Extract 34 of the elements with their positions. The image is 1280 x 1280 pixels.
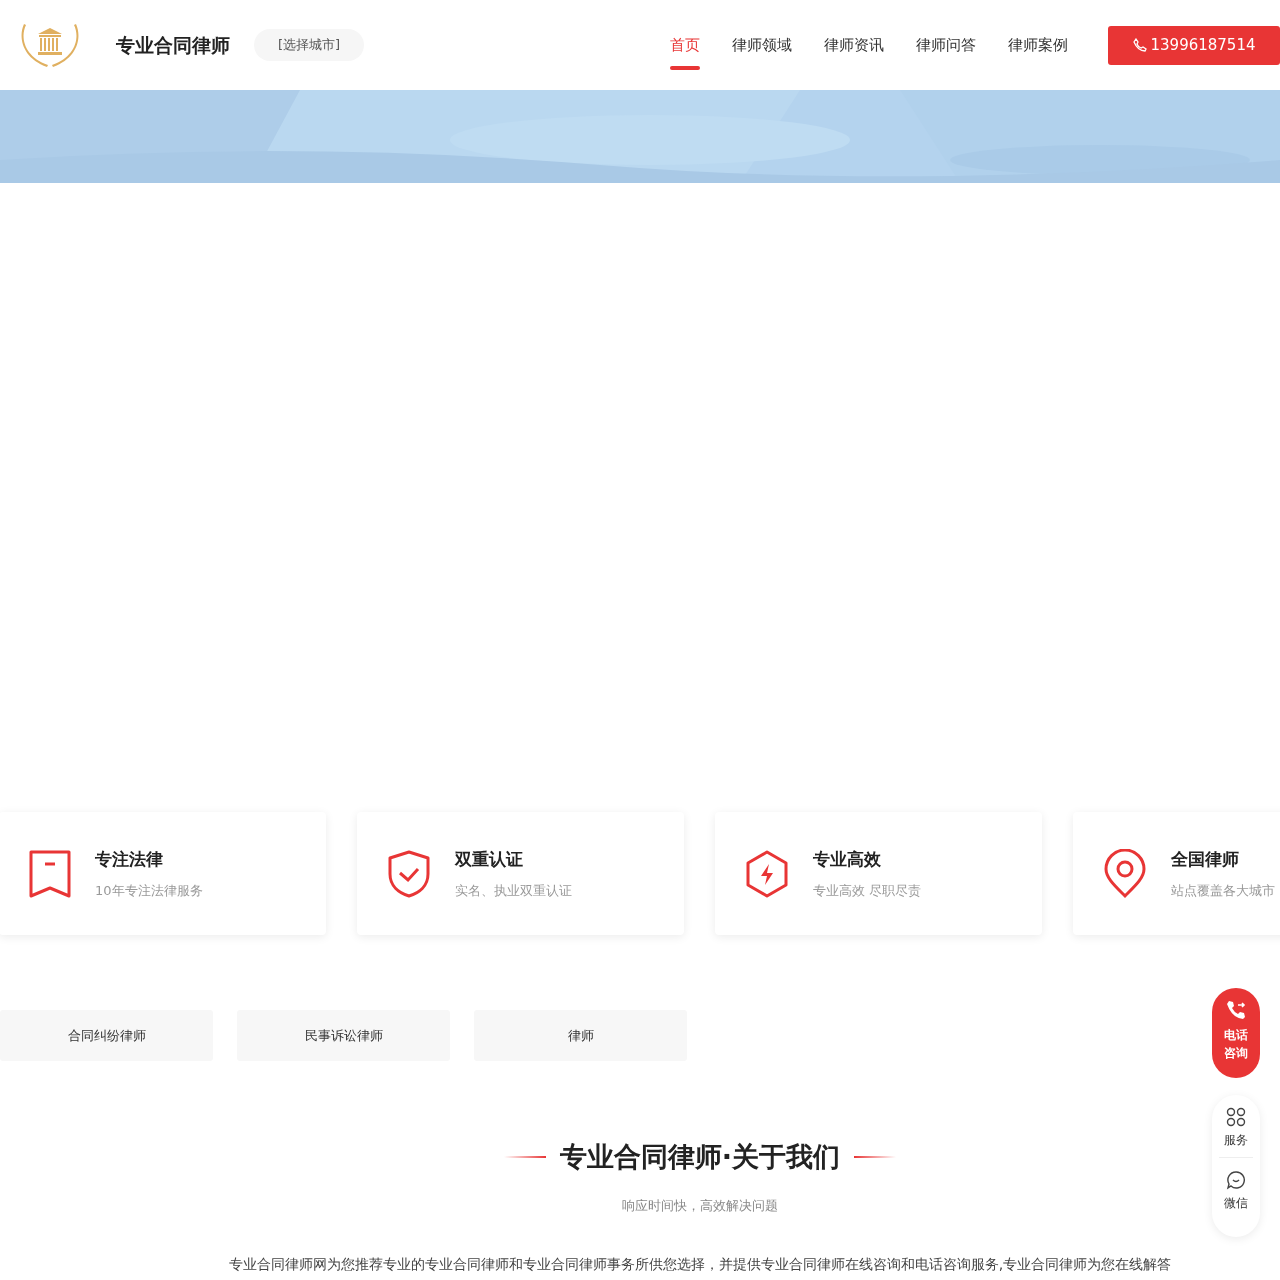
phone-icon (1226, 1000, 1246, 1020)
section-subtitle: 响应时间快，高效解决问题 (622, 1196, 778, 1215)
site-title: 专业合同律师 (116, 32, 230, 58)
phone-button[interactable]: 13996187514 (1108, 25, 1280, 65)
nav-link[interactable]: 律师问答 (900, 0, 992, 90)
section-title: 专业合同律师·关于我们 (559, 1140, 841, 1174)
nav-link[interactable]: 首页 (654, 0, 716, 90)
shield-check-icon (387, 849, 431, 898)
feature-title: 专注法律 (95, 848, 164, 871)
side-button[interactable]: 服务 (1224, 1095, 1248, 1157)
tag-button[interactable]: 民事诉讼律师 (237, 1010, 450, 1061)
phone-icon (1132, 38, 1147, 52)
lightning-hexagon-icon (745, 849, 789, 898)
city-select-button[interactable]: [选择城市] (254, 29, 365, 61)
nav-link[interactable]: 律师资讯 (808, 0, 900, 90)
call-button[interactable]: 电话咨询 (1212, 988, 1260, 1078)
feature-title: 专业高效 (813, 848, 882, 871)
feature-title: 双重认证 (455, 848, 524, 871)
tag-button[interactable]: 合同纠纷律师 (0, 1010, 213, 1061)
about-paragraph: 专业合同律师网为您推荐专业的专业合同律师和专业合同律师事务所供您选择，并提供专业合同律师在线咨询和电话咨询服务,专业合同律师为您在线解答 (228, 1255, 1172, 1273)
feature-subtitle: 专业高效 尽职尽责 (813, 881, 922, 900)
bookmark-icon (29, 849, 71, 898)
feature-title: 全国律师 (1171, 848, 1240, 871)
chat-icon (1226, 1170, 1246, 1190)
location-pin-icon (1103, 848, 1147, 899)
nav-link[interactable]: 律师领域 (716, 0, 808, 90)
feature-subtitle: 实名、执业双重认证 (455, 881, 572, 900)
logo-icon (20, 22, 80, 68)
nav-link[interactable]: 律师案例 (992, 0, 1084, 90)
tag-button[interactable]: 律师 (474, 1010, 687, 1061)
side-button[interactable]: 微信 (1224, 1158, 1248, 1220)
feature-subtitle: 10年专注法律服务 (95, 881, 203, 900)
grid-icon (1226, 1107, 1246, 1127)
feature-subtitle: 站点覆盖各大城市 (1171, 881, 1275, 900)
